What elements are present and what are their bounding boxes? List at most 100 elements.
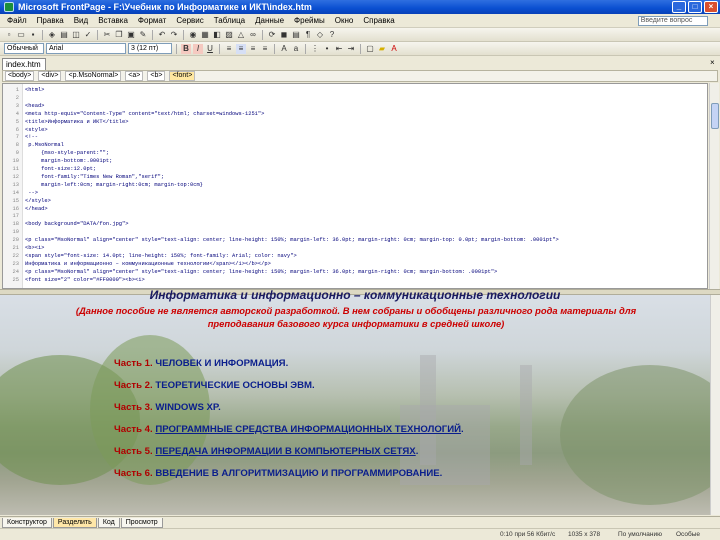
- maximize-button[interactable]: □: [688, 1, 702, 13]
- part-link-1[interactable]: Часть 1. ЧЕЛОВЕК И ИНФОРМАЦИЯ.: [114, 358, 288, 369]
- bold-icon[interactable]: B: [181, 43, 191, 54]
- code-line[interactable]: 18 <body background="DATA/fon.jpg">: [3, 221, 707, 228]
- code-line[interactable]: 22 <span style="font-size: 14.0pt; line-h…: [3, 253, 707, 260]
- style-select[interactable]: Обычный: [4, 43, 44, 54]
- code-scrollbar[interactable]: [709, 83, 719, 289]
- scroll-thumb[interactable]: [711, 103, 719, 129]
- menu-tools[interactable]: Сервис: [171, 16, 208, 25]
- menu-format[interactable]: Формат: [133, 16, 171, 25]
- code-line[interactable]: 20 <p class="MsoNormal" align="center" st…: [3, 237, 707, 244]
- part-link-5[interactable]: Часть 5. ПЕРЕДАЧА ИНФОРМАЦИИ В КОМПЬЮТЕР…: [114, 446, 418, 457]
- publish-icon[interactable]: ◈: [47, 30, 57, 40]
- tab-code[interactable]: Код: [97, 518, 120, 528]
- numbering-icon[interactable]: ⋮: [310, 44, 320, 54]
- paste-icon[interactable]: ▣: [126, 30, 136, 40]
- decrease-indent-icon[interactable]: ⇤: [334, 44, 344, 54]
- code-line[interactable]: 6 <style>: [3, 127, 707, 134]
- close-button[interactable]: ×: [704, 1, 718, 13]
- code-line[interactable]: 14 -->: [3, 190, 707, 197]
- cut-icon[interactable]: ✂: [102, 30, 112, 40]
- design-scrollbar[interactable]: [710, 295, 720, 515]
- code-view-pane[interactable]: 1 <html> 2 3 <head> 4 <meta http-equiv="Conten…: [2, 83, 708, 289]
- quick-tag-p[interactable]: <p.MsoNormal>: [65, 71, 122, 81]
- code-line[interactable]: 17: [3, 213, 707, 220]
- menu-file[interactable]: Файл: [2, 16, 32, 25]
- menu-view[interactable]: Вид: [69, 16, 93, 25]
- code-line[interactable]: 11 font-size:12.0pt;: [3, 166, 707, 173]
- align-right-icon[interactable]: ≡: [248, 44, 258, 54]
- format-painter-icon[interactable]: ✎: [138, 30, 148, 40]
- spell-check-icon[interactable]: ✓: [83, 30, 93, 40]
- font-size-select[interactable]: 3 (12 пт): [128, 43, 172, 54]
- tab-design[interactable]: Конструктор: [2, 518, 52, 528]
- insert-layer-icon[interactable]: ◧: [212, 30, 222, 40]
- redo-icon[interactable]: ↷: [169, 30, 179, 40]
- close-document-icon[interactable]: ×: [710, 58, 715, 67]
- code-line[interactable]: 15 </style>: [3, 198, 707, 205]
- menu-table[interactable]: Таблица: [209, 16, 250, 25]
- document-tab[interactable]: index.htm: [2, 58, 46, 70]
- code-line[interactable]: 2: [3, 95, 707, 102]
- preview-icon[interactable]: ◫: [71, 30, 81, 40]
- tab-preview[interactable]: Просмотр: [120, 518, 163, 528]
- justify-icon[interactable]: ≡: [260, 44, 270, 54]
- bullets-icon[interactable]: •: [322, 44, 332, 54]
- menu-edit[interactable]: Правка: [32, 16, 69, 25]
- open-icon[interactable]: ▭: [16, 30, 26, 40]
- part-link-2[interactable]: Часть 2. ТЕОРЕТИЧЕСКИЕ ОСНОВЫ ЭВМ.: [114, 380, 315, 391]
- quick-tag-body[interactable]: <body>: [5, 71, 35, 81]
- code-line[interactable]: 25 <font size="2" color="#FF0000"><b><i>: [3, 277, 707, 284]
- part-link-4[interactable]: Часть 4. ПРОГРАММНЫЕ СРЕДСТВА ИНФОРМАЦИО…: [114, 424, 464, 435]
- minimize-button[interactable]: _: [672, 1, 686, 13]
- part-link-3[interactable]: Часть 3. WINDOWS XP.: [114, 402, 221, 413]
- refresh-icon[interactable]: ⟳: [267, 30, 277, 40]
- menu-frames[interactable]: Фреймы: [289, 16, 330, 25]
- align-center-icon[interactable]: ≡: [236, 43, 246, 54]
- show-all-icon[interactable]: ¶: [303, 30, 313, 40]
- code-line[interactable]: 7 <!--: [3, 134, 707, 141]
- code-line[interactable]: 23 Информатика и информационно – коммуник…: [3, 261, 707, 268]
- part-link-6[interactable]: Часть 6. ВВЕДЕНИЕ В АЛГОРИТМИЗАЦИЮ И ПРО…: [114, 468, 442, 479]
- font-color-icon[interactable]: A: [389, 44, 399, 54]
- menu-window[interactable]: Окно: [330, 16, 359, 25]
- code-line[interactable]: 4 <meta http-equiv="Content-Type" content…: [3, 111, 707, 118]
- tab-split[interactable]: Разделить: [52, 518, 97, 528]
- code-line[interactable]: 8 p.MsoNormal: [3, 142, 707, 149]
- stop-icon[interactable]: ◼: [279, 30, 289, 40]
- web-component-icon[interactable]: ◉: [188, 30, 198, 40]
- code-line[interactable]: 12 font-family:"Times New Roman","serif"…: [3, 174, 707, 181]
- code-line[interactable]: 1 <html>: [3, 87, 707, 94]
- quick-tag-b[interactable]: <b>: [147, 71, 166, 81]
- italic-icon[interactable]: I: [193, 43, 203, 54]
- code-line[interactable]: 3 <head>: [3, 103, 707, 110]
- code-line[interactable]: 10 margin-bottom:.0001pt;: [3, 158, 707, 165]
- code-view-icon[interactable]: ◇: [315, 30, 325, 40]
- code-line[interactable]: 13 margin-left:0cm; margin-right:0cm; ma…: [3, 182, 707, 189]
- increase-indent-icon[interactable]: ⇥: [346, 44, 356, 54]
- borders-icon[interactable]: ▢: [365, 44, 375, 54]
- decrease-font-icon[interactable]: a: [291, 44, 301, 54]
- increase-font-icon[interactable]: A: [279, 44, 289, 54]
- save-icon[interactable]: ▪: [28, 30, 38, 40]
- new-page-icon[interactable]: ▫: [4, 30, 14, 40]
- code-line[interactable]: 21 <b><i>: [3, 245, 707, 252]
- menu-data[interactable]: Данные: [250, 16, 289, 25]
- code-line[interactable]: 9 {mso-style-parent:"";: [3, 150, 707, 157]
- code-line[interactable]: 16 </head>: [3, 206, 707, 213]
- folder-list-icon[interactable]: ▤: [291, 30, 301, 40]
- menu-insert[interactable]: Вставка: [93, 16, 133, 25]
- underline-icon[interactable]: U: [205, 44, 215, 54]
- insert-table-icon[interactable]: ▦: [200, 30, 210, 40]
- code-line[interactable]: 5 <title>Информатика и ИКТ</title>: [3, 119, 707, 126]
- quick-tag-font[interactable]: <font>: [169, 71, 196, 81]
- drawing-icon[interactable]: △: [236, 30, 246, 40]
- align-left-icon[interactable]: ≡: [224, 44, 234, 54]
- code-line[interactable]: 24 <p class="MsoNormal" align="center" st…: [3, 269, 707, 276]
- code-line[interactable]: 19: [3, 229, 707, 236]
- print-icon[interactable]: ▤: [59, 30, 69, 40]
- font-select[interactable]: Arial: [46, 43, 126, 54]
- hyperlink-icon[interactable]: ∞: [248, 30, 258, 40]
- copy-icon[interactable]: ❐: [114, 30, 124, 40]
- menu-help[interactable]: Справка: [358, 16, 399, 25]
- insert-picture-icon[interactable]: ▨: [224, 30, 234, 40]
